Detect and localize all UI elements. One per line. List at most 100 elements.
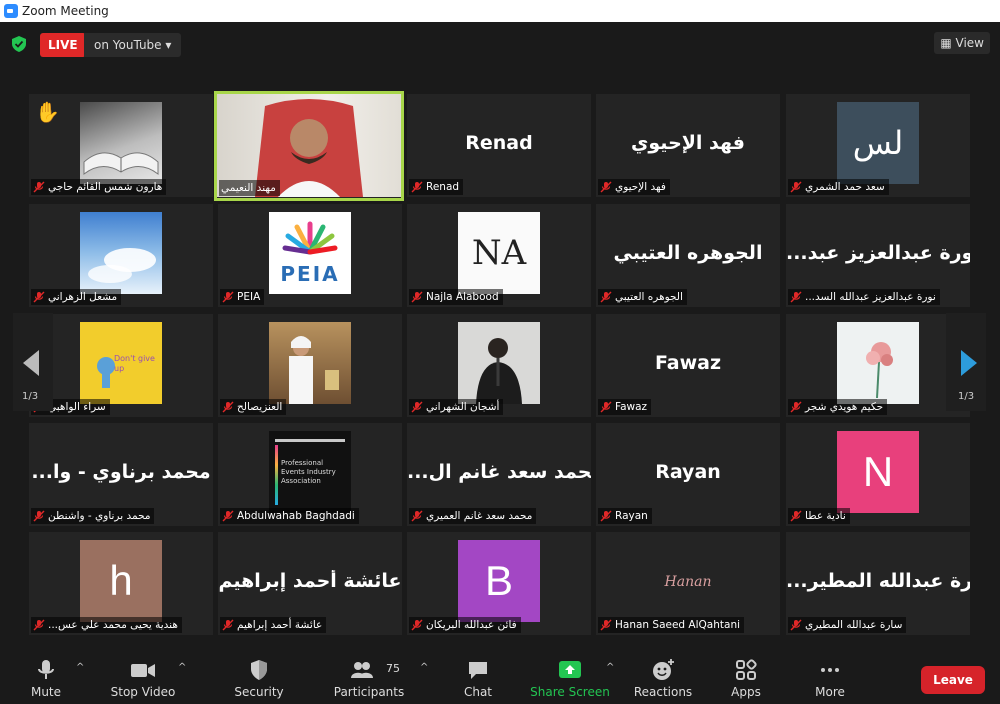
participant-display-name: الجوهره العتيبي <box>613 242 763 264</box>
left-page-indicator: 1/3 <box>22 391 39 402</box>
avatar-letter: B <box>458 540 540 622</box>
participant-tile[interactable]: أشجان الشهراني <box>407 314 591 417</box>
participant-tile[interactable]: PEIA PEIA <box>218 204 402 307</box>
mute-options-chevron-icon[interactable]: ^ <box>76 662 84 673</box>
participant-tile[interactable]: N نادية عطا <box>786 423 970 526</box>
muted-mic-icon <box>222 401 234 413</box>
security-button[interactable]: Security <box>232 656 286 704</box>
participant-name: ...هندية يحيى محمد علي عس <box>48 619 178 631</box>
participant-name-tag: هارون شمس القائم حاجي <box>31 179 167 195</box>
participant-name-tag: العنزيصالح <box>220 399 287 415</box>
participant-tile[interactable]: ✋ هارون شمس القائم حاجي <box>29 94 213 197</box>
apps-button[interactable]: Apps <box>724 656 768 704</box>
participant-tile[interactable]: Rayan Rayan <box>596 423 780 526</box>
color-stripe <box>275 445 278 505</box>
muted-mic-icon <box>600 510 612 522</box>
muted-mic-icon <box>33 510 45 522</box>
avatar-letter: N <box>837 431 919 513</box>
participant-name: محمد سعد غانم العميري <box>426 510 533 522</box>
more-button[interactable]: More <box>808 656 852 704</box>
participant-tile[interactable]: الجوهره العتيبي الجوهره العتيبي <box>596 204 780 307</box>
participant-tile[interactable]: ...نورة عبدالعزيز عبد ...نورة عبدالعزيز ع… <box>786 204 970 307</box>
stream-dropdown[interactable]: on YouTube ▾ <box>84 33 182 57</box>
video-feed-book <box>80 102 162 184</box>
video-options-chevron-icon[interactable]: ^ <box>178 662 186 673</box>
participant-display-name: ...نورة عبدالعزيز عبد <box>786 242 970 264</box>
muted-mic-icon <box>222 510 234 522</box>
participant-name-tag: أشجان الشهراني <box>409 399 504 415</box>
muted-mic-icon <box>222 619 234 631</box>
security-shield-icon <box>251 660 267 680</box>
participant-display-name: Hanan <box>664 574 712 590</box>
participant-tile[interactable]: Renad Renad <box>407 94 591 197</box>
participant-tile[interactable]: Hanan Hanan Saeed AlQahtani <box>596 532 780 635</box>
participant-tile[interactable]: Don't give up سراء الواهبي <box>29 314 213 417</box>
participant-display-name: Renad <box>465 132 533 154</box>
avatar-logo-text: PEIA <box>280 262 340 286</box>
participant-name-tag: Renad <box>409 179 464 195</box>
participant-name-tag: فائن عبدالله البريكان <box>409 617 521 633</box>
window-title: Zoom Meeting <box>22 4 109 18</box>
participant-name: سراء الواهبي <box>48 401 106 413</box>
video-feed-person <box>458 322 540 404</box>
participant-tile[interactable]: ...محمد سعد غانم ال محمد سعد غانم العميري <box>407 423 591 526</box>
participant-tile[interactable]: NA Najla Alabood <box>407 204 591 307</box>
reactions-button[interactable]: Reactions <box>632 656 694 704</box>
video-feed-person <box>269 322 351 404</box>
stop-video-button[interactable]: Stop Video <box>106 656 180 704</box>
muted-mic-icon <box>790 181 802 193</box>
muted-mic-icon <box>790 401 802 413</box>
participant-name: Rayan <box>615 510 648 522</box>
participant-tile[interactable]: ...سارة عبدالله المطير سارة عبدالله المطي… <box>786 532 970 635</box>
participant-name: فهد الإحيوي <box>615 181 666 193</box>
grid-icon: ▦ <box>940 36 952 50</box>
muted-mic-icon <box>33 619 45 631</box>
participant-name-tag: Hanan Saeed AlQahtani <box>598 617 745 633</box>
participant-tile[interactable]: حكيم هويدي شجر <box>786 314 970 417</box>
more-dots-icon <box>821 668 839 672</box>
participant-tile[interactable]: عائشة أحمد إبراهيم عائشة أحمد إبراهيم <box>218 532 402 635</box>
participant-name: ...نورة عبدالعزيز عبدالله السد <box>805 291 936 303</box>
avatar-dont-give-up: Don't give up <box>80 322 162 404</box>
share-options-chevron-icon[interactable]: ^ <box>606 662 614 673</box>
more-label: More <box>815 685 845 699</box>
apps-label: Apps <box>731 685 761 699</box>
participant-name-tag: Rayan <box>598 508 652 524</box>
muted-mic-icon <box>33 291 45 303</box>
participant-tile[interactable]: B فائن عبدالله البريكان <box>407 532 591 635</box>
leave-button[interactable]: Leave <box>921 666 985 694</box>
participant-name-tag: عائشة أحمد إبراهيم <box>220 617 327 633</box>
participant-tile[interactable]: h ...هندية يحيى محمد علي عس <box>29 532 213 635</box>
smiley-plus-icon <box>653 659 674 680</box>
participant-name-tag: Najla Alabood <box>409 289 503 305</box>
muted-mic-icon <box>790 291 802 303</box>
participant-name: محمد برناوي - واشنطن <box>48 510 151 522</box>
participant-tile[interactable]: Fawaz Fawaz <box>596 314 780 417</box>
participant-tile[interactable]: ...محمد برناوي - وا محمد برناوي - واشنطن <box>29 423 213 526</box>
muted-mic-icon <box>790 619 802 631</box>
avatar-sky <box>80 212 162 294</box>
participant-name: سعد حمد الشمري <box>805 181 885 193</box>
view-button[interactable]: ▦ View <box>934 32 990 54</box>
participant-name: مهند النعيمي <box>221 182 276 194</box>
participant-tile[interactable]: العنزيصالح <box>218 314 402 417</box>
chat-button[interactable]: Chat <box>456 656 500 704</box>
chevron-down-icon: ▾ <box>165 38 172 52</box>
avatar-peia-logo: PEIA <box>269 212 351 294</box>
participant-name: Hanan Saeed AlQahtani <box>615 619 741 631</box>
mute-label: Mute <box>30 685 62 699</box>
participant-tile[interactable]: Professional Events Industry Association… <box>218 423 402 526</box>
participants-options-chevron-icon[interactable]: ^ <box>420 662 428 673</box>
share-screen-button[interactable]: Share Screen <box>530 656 610 704</box>
participant-tile[interactable]: مشعل الزهراني <box>29 204 213 307</box>
live-badge[interactable]: LIVE <box>40 33 86 57</box>
participant-tile[interactable]: لس سعد حمد الشمري <box>786 94 970 197</box>
participant-name: أشجان الشهراني <box>426 401 500 413</box>
participant-name-tag: مهند النعيمي <box>219 180 280 196</box>
encryption-shield-icon[interactable] <box>12 36 26 52</box>
participant-name-tag: ...هندية يحيى محمد علي عس <box>31 617 182 633</box>
participant-name-tag: محمد برناوي - واشنطن <box>31 508 155 524</box>
participant-tile[interactable]: مهند النعيمي <box>214 91 404 201</box>
participant-tile[interactable]: فهد الإحيوي فهد الإحيوي <box>596 94 780 197</box>
mute-button[interactable]: Mute <box>24 656 68 704</box>
